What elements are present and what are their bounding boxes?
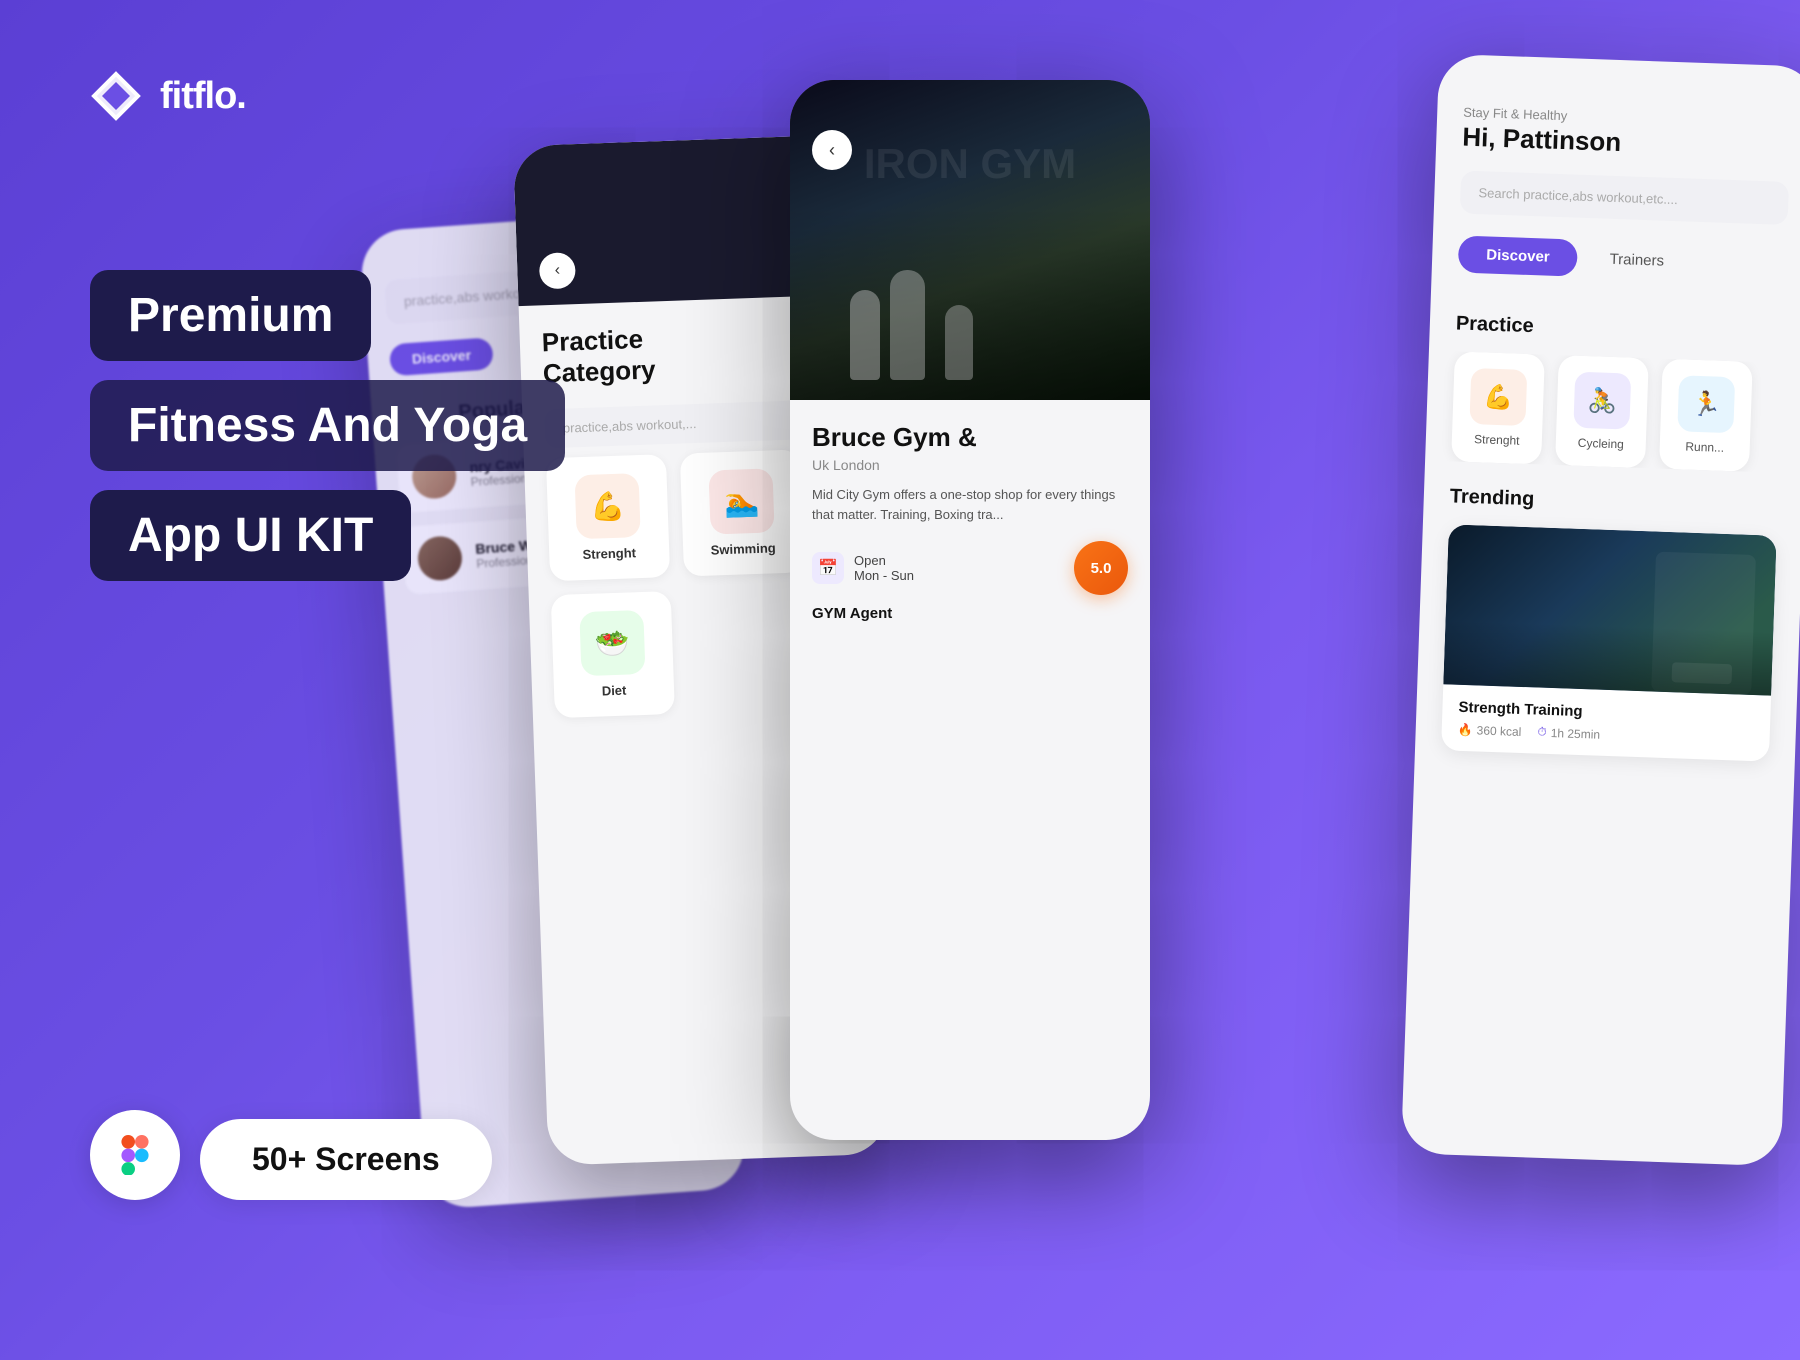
gym-hours-row: 📅 Open Mon - Sun 5.0	[812, 541, 1128, 595]
phone-4: Stay Fit & Healthy Hi, Pattinson Search …	[1401, 54, 1800, 1167]
gym-name: Bruce Gym &	[812, 422, 1128, 453]
clock-icon: ⏱	[1537, 725, 1547, 740]
trending-gradient	[1443, 620, 1773, 695]
diet-icon: 🥗	[579, 610, 645, 676]
practice-item-strenght[interactable]: 💪 Strenght	[1451, 351, 1545, 464]
meta-time: ⏱ 1h 25min	[1537, 725, 1600, 742]
strenght-icon: 💪	[575, 473, 641, 539]
figma-badge	[90, 1110, 180, 1200]
tab-trainers[interactable]: Trainers	[1591, 240, 1683, 280]
phone4-tabs: Discover Trainers	[1458, 236, 1787, 284]
gym-description: Mid City Gym offers a one-stop shop for …	[812, 485, 1128, 525]
gym-hours-text: Open Mon - Sun	[854, 553, 914, 583]
gym-location: Uk London	[812, 457, 1128, 473]
hero-label-premium: Premium	[90, 270, 371, 361]
phone2-back-button[interactable]: ‹	[539, 252, 576, 289]
diet-label: Diet	[602, 683, 627, 699]
hero-label-appui: App UI KIT	[90, 490, 411, 581]
screens-badge: 50+ Screens	[200, 1119, 492, 1200]
gym-bg-text: IRON GYM	[864, 140, 1076, 188]
swimming-label: Swimming	[710, 541, 775, 558]
logo-area: fitflo.	[90, 70, 246, 122]
practice-item-running[interactable]: 🏃 Runn...	[1659, 359, 1753, 472]
logo-icon	[90, 70, 142, 122]
phone-3: IRON GYM ‹ Bruce Gym & Uk London Mid Cit…	[790, 80, 1150, 1140]
trending-meta: 🔥 360 kcal ⏱ 1h 25min	[1457, 722, 1753, 747]
rating-value: 5.0	[1074, 541, 1128, 595]
strenght-practice-icon: 💪	[1469, 368, 1527, 426]
swimming-icon: 🏊	[708, 469, 774, 535]
calendar-icon: 📅	[812, 552, 844, 584]
phone2-cat-diet[interactable]: 🥗 Diet	[551, 591, 675, 718]
cycling-practice-icon: 🚴	[1573, 372, 1631, 430]
running-practice-icon: 🏃	[1677, 375, 1735, 433]
person-sil-3	[945, 305, 973, 380]
trainer-avatar-2	[416, 535, 463, 582]
practice-item-cycling[interactable]: 🚴 Cycleing	[1555, 355, 1649, 468]
meta-kcal: 🔥 360 kcal	[1458, 722, 1522, 738]
section-trending-title: Trending	[1423, 484, 1800, 520]
strenght-label: Strenght	[582, 546, 636, 563]
phone1-tab-discover: Discover	[389, 337, 494, 376]
cycling-practice-label: Cycleing	[1578, 436, 1624, 452]
phone4-search[interactable]: Search practice,abs workout,etc....	[1460, 171, 1789, 225]
phone3-hero-image: IRON GYM ‹	[790, 80, 1150, 400]
brand-name: fitflo.	[160, 75, 246, 118]
trending-info: Strength Training 🔥 360 kcal ⏱ 1h 25min	[1441, 684, 1771, 761]
phone2-cat-strenght[interactable]: 💪 Strenght	[546, 454, 670, 581]
figma-icon	[115, 1135, 155, 1175]
strenght-practice-label: Strenght	[1474, 432, 1520, 448]
phone4-trending-card: Strength Training 🔥 360 kcal ⏱ 1h 25min	[1441, 524, 1777, 761]
fire-icon: 🔥	[1458, 722, 1473, 737]
phone3-back-button[interactable]: ‹	[812, 130, 852, 170]
phone3-content: Bruce Gym & Uk London Mid City Gym offer…	[790, 400, 1150, 644]
trending-title: Strength Training	[1458, 699, 1754, 726]
gym-rating: 5.0	[1074, 541, 1128, 595]
screens-label: 50+ Screens	[252, 1141, 440, 1177]
phone4-header: Stay Fit & Healthy Hi, Pattinson Search …	[1430, 54, 1800, 325]
person-sil-1	[850, 290, 880, 380]
person-sil-2	[890, 270, 925, 380]
running-practice-label: Runn...	[1685, 440, 1724, 455]
phone4-practice-row: 💪 Strenght 🚴 Cycleing 🏃 Runn...	[1425, 351, 1800, 474]
hero-label-fitness: Fitness And Yoga	[90, 380, 565, 471]
tab-discover[interactable]: Discover	[1458, 236, 1579, 277]
phone2-cat-swimming[interactable]: 🏊 Swimming	[680, 450, 804, 577]
trending-image	[1443, 524, 1776, 695]
gym-agent-label: GYM Agent	[812, 605, 1128, 622]
